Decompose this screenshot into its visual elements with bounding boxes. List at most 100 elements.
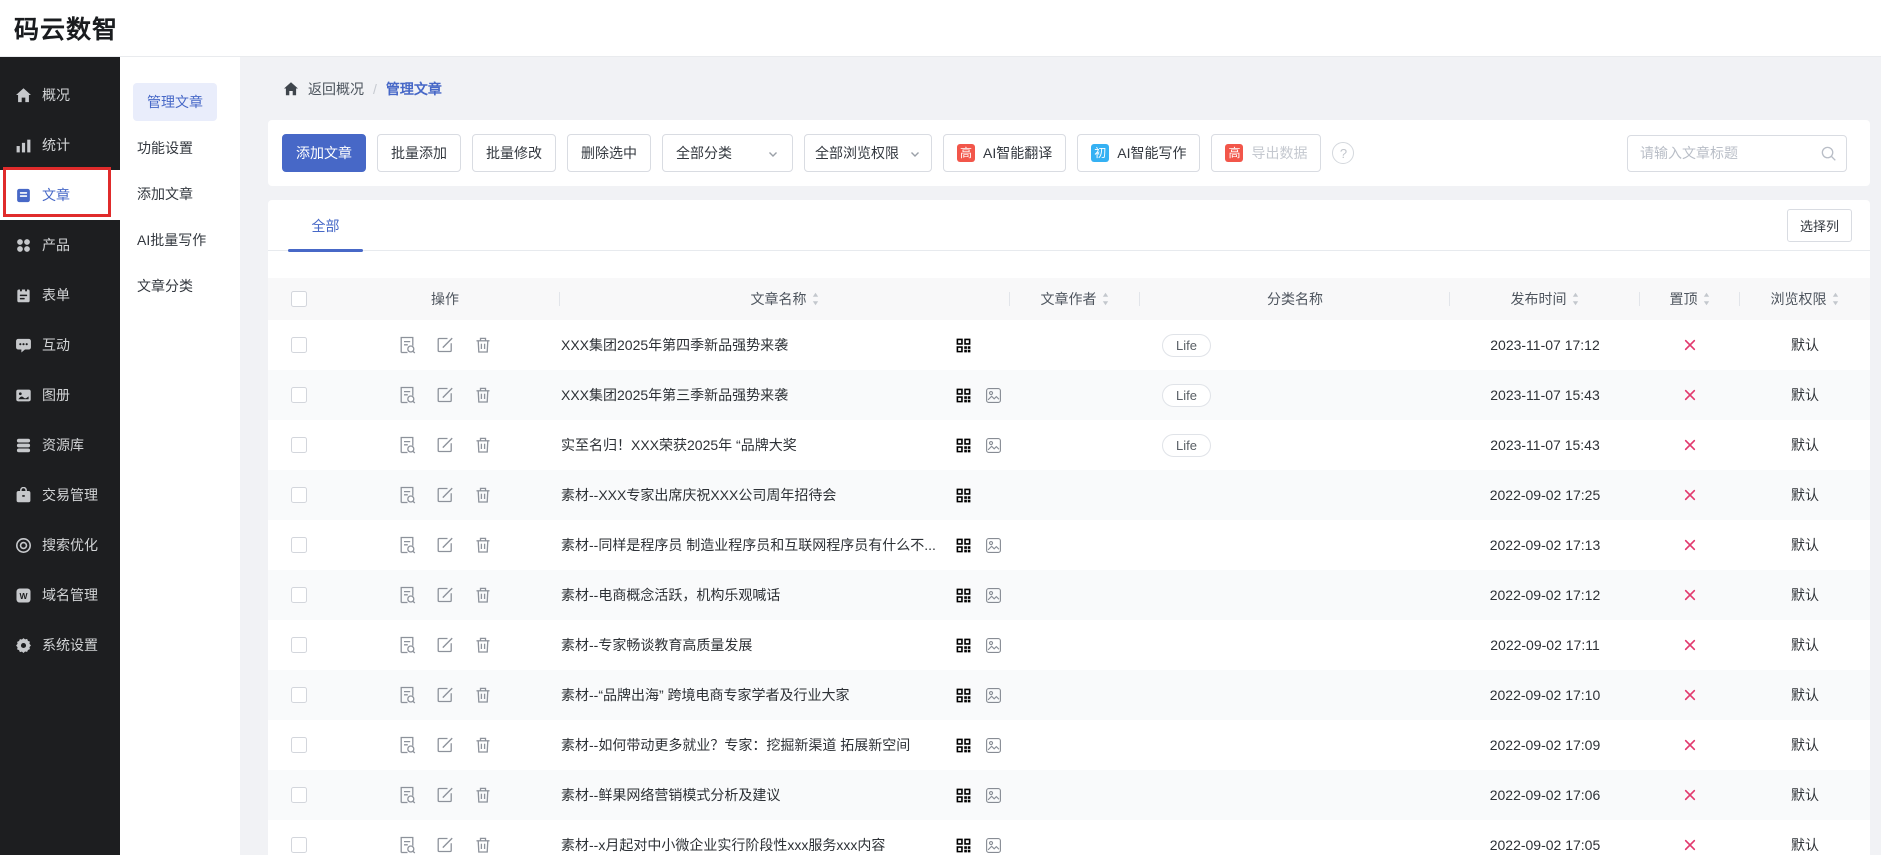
row-checkbox[interactable] bbox=[291, 337, 307, 353]
article-title[interactable]: 素材--鲜果网络营销模式分析及建议 bbox=[560, 785, 955, 805]
header-top[interactable]: 置顶 bbox=[1640, 278, 1740, 320]
image-icon[interactable] bbox=[985, 387, 1002, 404]
top-status-x-icon[interactable] bbox=[1640, 820, 1740, 855]
header-perm[interactable]: 浏览权限 bbox=[1740, 278, 1870, 320]
edit-icon[interactable] bbox=[435, 335, 455, 355]
delete-icon[interactable] bbox=[473, 635, 493, 655]
batch-edit-button[interactable]: 批量修改 bbox=[472, 134, 556, 172]
select-all-checkbox[interactable] bbox=[291, 291, 307, 307]
ai-write-button[interactable]: 初 AI智能写作 bbox=[1077, 134, 1200, 172]
preview-icon[interactable] bbox=[397, 335, 417, 355]
top-status-x-icon[interactable] bbox=[1640, 620, 1740, 670]
image-icon[interactable] bbox=[985, 837, 1002, 854]
sidebar-item-系统设置[interactable]: 系统设置 bbox=[0, 620, 120, 670]
header-author[interactable]: 文章作者 bbox=[1010, 278, 1140, 320]
preview-icon[interactable] bbox=[397, 635, 417, 655]
sidebar-item-资源库[interactable]: 资源库 bbox=[0, 420, 120, 470]
top-status-x-icon[interactable] bbox=[1640, 520, 1740, 570]
row-checkbox[interactable] bbox=[291, 687, 307, 703]
top-status-x-icon[interactable] bbox=[1640, 670, 1740, 720]
sidebar-item-表单[interactable]: 表单 bbox=[0, 270, 120, 320]
delete-icon[interactable] bbox=[473, 685, 493, 705]
search-icon[interactable] bbox=[1820, 145, 1837, 162]
article-title[interactable]: XXX集团2025年第三季新品强势来袭 bbox=[560, 385, 955, 405]
qrcode-icon[interactable] bbox=[955, 387, 972, 404]
sidebar-item-交易管理[interactable]: 交易管理 bbox=[0, 470, 120, 520]
top-status-x-icon[interactable] bbox=[1640, 570, 1740, 620]
delete-selected-button[interactable]: 删除选中 bbox=[567, 134, 651, 172]
subsidebar-item-AI批量写作[interactable]: AI批量写作 bbox=[120, 217, 240, 263]
qrcode-icon[interactable] bbox=[955, 537, 972, 554]
article-title[interactable]: 素材--“品牌出海” 跨境电商专家学者及行业大家 bbox=[560, 685, 955, 705]
sidebar-item-域名管理[interactable]: W 域名管理 bbox=[0, 570, 120, 620]
delete-icon[interactable] bbox=[473, 335, 493, 355]
image-icon[interactable] bbox=[985, 637, 1002, 654]
edit-icon[interactable] bbox=[435, 535, 455, 555]
preview-icon[interactable] bbox=[397, 485, 417, 505]
article-title[interactable]: 素材--XXX专家出席庆祝XXX公司周年招待会 bbox=[560, 485, 955, 505]
image-icon[interactable] bbox=[985, 537, 1002, 554]
edit-icon[interactable] bbox=[435, 585, 455, 605]
delete-icon[interactable] bbox=[473, 435, 493, 455]
edit-icon[interactable] bbox=[435, 385, 455, 405]
batch-add-button[interactable]: 批量添加 bbox=[377, 134, 461, 172]
row-checkbox[interactable] bbox=[291, 437, 307, 453]
subsidebar-item-添加文章[interactable]: 添加文章 bbox=[120, 171, 240, 217]
edit-icon[interactable] bbox=[435, 835, 455, 855]
ai-translate-button[interactable]: 高 AI智能翻译 bbox=[943, 134, 1066, 172]
article-title[interactable]: 素材--专家畅谈教育高质量发展 bbox=[560, 635, 955, 655]
sort-caret-icon[interactable] bbox=[811, 291, 820, 307]
top-status-x-icon[interactable] bbox=[1640, 720, 1740, 770]
preview-icon[interactable] bbox=[397, 585, 417, 605]
qrcode-icon[interactable] bbox=[955, 587, 972, 604]
preview-icon[interactable] bbox=[397, 785, 417, 805]
preview-icon[interactable] bbox=[397, 685, 417, 705]
delete-icon[interactable] bbox=[473, 835, 493, 855]
qrcode-icon[interactable] bbox=[955, 487, 972, 504]
qrcode-icon[interactable] bbox=[955, 687, 972, 704]
header-date[interactable]: 发布时间 bbox=[1450, 278, 1640, 320]
article-title[interactable]: 素材--电商概念活跃，机构乐观喊话 bbox=[560, 585, 955, 605]
top-status-x-icon[interactable] bbox=[1640, 770, 1740, 820]
row-checkbox[interactable] bbox=[291, 537, 307, 553]
sidebar-item-概况[interactable]: 概况 bbox=[0, 70, 120, 120]
delete-icon[interactable] bbox=[473, 585, 493, 605]
edit-icon[interactable] bbox=[435, 785, 455, 805]
sort-caret-icon[interactable] bbox=[1831, 291, 1840, 307]
breadcrumb-back-link[interactable]: 返回概况 bbox=[308, 79, 364, 99]
preview-icon[interactable] bbox=[397, 435, 417, 455]
article-title[interactable]: 实至名归！XXX荣获2025年 “品牌大奖 bbox=[560, 435, 955, 455]
row-checkbox[interactable] bbox=[291, 637, 307, 653]
image-icon[interactable] bbox=[985, 437, 1002, 454]
row-checkbox[interactable] bbox=[291, 837, 307, 853]
row-checkbox[interactable] bbox=[291, 737, 307, 753]
subsidebar-item-功能设置[interactable]: 功能设置 bbox=[120, 125, 240, 171]
sidebar-item-图册[interactable]: 图册 bbox=[0, 370, 120, 420]
image-icon[interactable] bbox=[985, 587, 1002, 604]
top-status-x-icon[interactable] bbox=[1640, 320, 1740, 370]
sidebar-item-文章[interactable]: 文章 bbox=[0, 170, 120, 220]
subsidebar-item-文章分类[interactable]: 文章分类 bbox=[120, 263, 240, 309]
header-name[interactable]: 文章名称 bbox=[560, 278, 1010, 320]
qrcode-icon[interactable] bbox=[955, 787, 972, 804]
preview-icon[interactable] bbox=[397, 735, 417, 755]
sort-caret-icon[interactable] bbox=[1702, 291, 1711, 307]
sort-caret-icon[interactable] bbox=[1571, 291, 1580, 307]
qrcode-icon[interactable] bbox=[955, 737, 972, 754]
edit-icon[interactable] bbox=[435, 635, 455, 655]
article-title[interactable]: 素材--x月起对中小微企业实行阶段性xxx服务xxx内容 bbox=[560, 835, 955, 855]
row-checkbox[interactable] bbox=[291, 387, 307, 403]
row-checkbox[interactable] bbox=[291, 787, 307, 803]
edit-icon[interactable] bbox=[435, 485, 455, 505]
row-checkbox[interactable] bbox=[291, 487, 307, 503]
column-select-button[interactable]: 选择列 bbox=[1787, 209, 1852, 242]
category-filter-select[interactable]: 全部分类 bbox=[662, 134, 793, 172]
article-title[interactable]: 素材--如何带动更多就业？专家：挖掘新渠道 拓展新空间 bbox=[560, 735, 955, 755]
edit-icon[interactable] bbox=[435, 685, 455, 705]
article-title[interactable]: XXX集团2025年第四季新品强势来袭 bbox=[560, 335, 955, 355]
sidebar-item-产品[interactable]: 产品 bbox=[0, 220, 120, 270]
add-article-button[interactable]: 添加文章 bbox=[282, 134, 366, 172]
edit-icon[interactable] bbox=[435, 735, 455, 755]
top-status-x-icon[interactable] bbox=[1640, 370, 1740, 420]
row-checkbox[interactable] bbox=[291, 587, 307, 603]
